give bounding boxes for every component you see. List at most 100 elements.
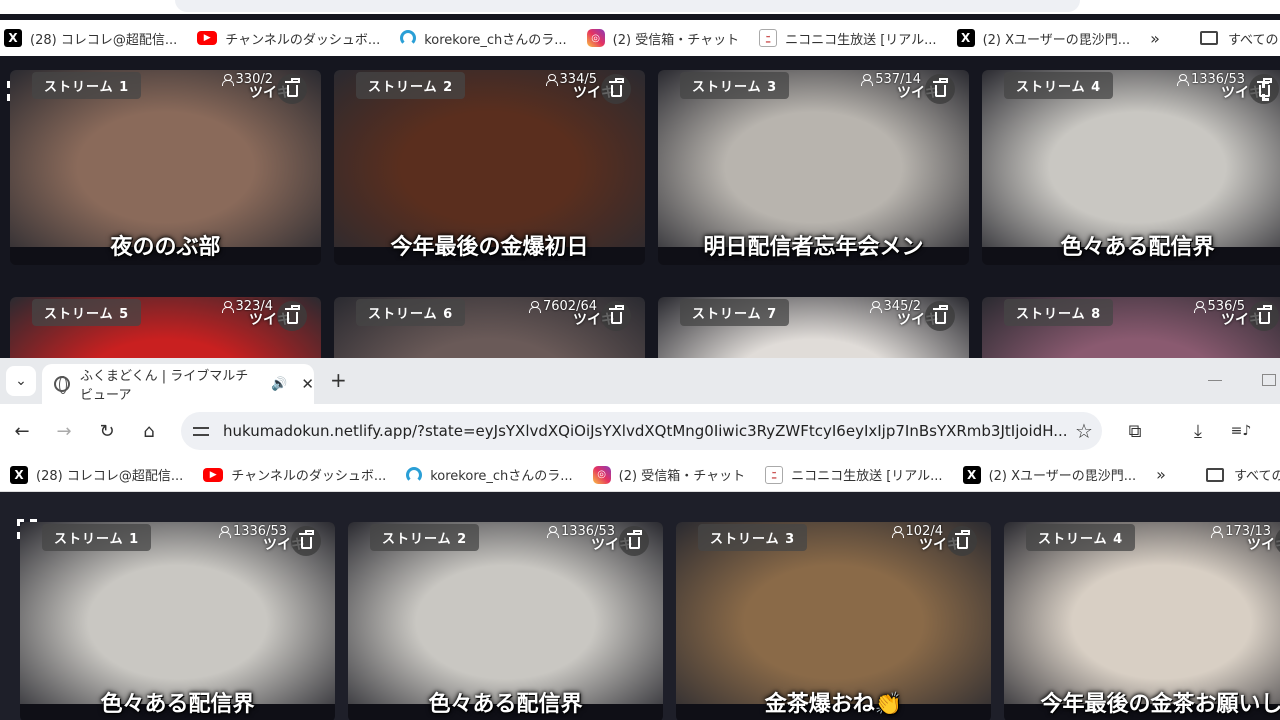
- reload-button[interactable]: ↻: [94, 418, 120, 444]
- bookmark-label: (2) 受信箱・チャット: [618, 469, 746, 484]
- stream-label: ストリーム 4: [1026, 524, 1136, 551]
- stream-tile[interactable]: ストリーム 4 1336/53 ツイキ 色々ある配信界: [982, 70, 1280, 265]
- all-bookmarks-label: すべてのブック: [1227, 32, 1280, 48]
- browser-toolbar: ← → ↻ ⌂ hukumadokun.netlify.app/?state=e…: [0, 404, 1280, 458]
- trash-icon: [626, 529, 642, 549]
- tab-strip: ⌄ ふくまどくん | ライブマルチビューア 🔊 ✕ +: [0, 358, 1280, 404]
- bookmarks-overflow-button[interactable]: »: [1156, 465, 1166, 484]
- stream-tile[interactable]: ストリーム 8 536/5 ツイキ: [982, 297, 1280, 358]
- instagram-icon: ◎: [592, 465, 611, 484]
- bookmark-star-icon[interactable]: ☆: [1066, 419, 1102, 443]
- forward-button[interactable]: →: [51, 418, 77, 444]
- stream-tile[interactable]: ストリーム 7 345/2 ツイキ: [658, 297, 969, 358]
- delete-stream-button[interactable]: [291, 526, 321, 556]
- delete-stream-button[interactable]: [277, 74, 307, 104]
- bookmark-x-bishamon[interactable]: X (2) Xユーザーの毘沙門...: [962, 465, 1137, 484]
- stream-tile[interactable]: ストリーム 6 7602/64 ツイキ: [334, 297, 645, 358]
- person-icon: [221, 301, 234, 313]
- bookmark-label: (2) 受信箱・チャット: [612, 32, 740, 48]
- all-bookmarks-folder[interactable]: すべての: [1205, 465, 1280, 484]
- tab-search-button[interactable]: ⌄: [6, 366, 36, 396]
- side-menu-icon[interactable]: [1262, 81, 1276, 101]
- media-control-icon[interactable]: ≡♪: [1228, 418, 1254, 444]
- person-icon: [528, 301, 541, 313]
- stream-tile[interactable]: ストリーム 1 1336/53 ツイキ 色々ある配信界: [20, 522, 335, 720]
- stream-tile[interactable]: ストリーム 5 323/4 ツイキ: [10, 297, 321, 358]
- korekore-icon: [400, 30, 417, 46]
- stream-caption: 今年最後の金茶お願いし: [1040, 692, 1280, 717]
- delete-stream-button[interactable]: [925, 301, 955, 331]
- bookmark-korekore-x[interactable]: X (28) コレコレ@超配信...: [4, 29, 177, 48]
- instagram-icon: ◎: [586, 29, 605, 47]
- bookmark-label: (2) Xユーザーの毘沙門...: [988, 469, 1137, 484]
- bookmark-korekore-ch[interactable]: korekore_chさんのラ...: [400, 29, 567, 48]
- bookmark-instagram-inbox[interactable]: ◎ (2) 受信箱・チャット: [586, 29, 740, 48]
- new-tab-button[interactable]: +: [330, 368, 347, 392]
- close-icon[interactable]: ✕: [301, 375, 314, 393]
- stream-label: ストリーム 3: [680, 72, 790, 99]
- site-info-icon[interactable]: [193, 424, 211, 438]
- chevron-down-icon: ⌄: [15, 373, 27, 389]
- bookmark-instagram-inbox[interactable]: ◎ (2) 受信箱・チャット: [592, 465, 746, 484]
- tab-multiviewer[interactable]: ふくまどくん | ライブマルチビューア 🔊 ✕: [42, 364, 314, 404]
- person-icon: [861, 74, 874, 86]
- person-icon: [218, 526, 231, 538]
- trash-icon: [284, 304, 300, 324]
- bookmark-x-bishamon[interactable]: X (2) Xユーザーの毘沙門...: [956, 29, 1130, 48]
- delete-stream-button[interactable]: [925, 74, 955, 104]
- front-browser-window: ⌄ ふくまどくん | ライブマルチビューア 🔊 ✕ + ← → ↻ ⌂ huku…: [0, 358, 1280, 720]
- all-bookmarks-folder[interactable]: すべてのブック: [1199, 29, 1280, 48]
- bookmark-niconico-live[interactable]: ﾆ ニコニコ生放送 [リアル...: [765, 465, 943, 484]
- folder-icon: [1199, 31, 1218, 45]
- trash-icon: [608, 77, 624, 97]
- stream-caption: 色々ある配信界: [100, 692, 255, 717]
- stream-tile[interactable]: ストリーム 2 334/5 ツイキ 今年最後の金爆初日: [334, 70, 645, 265]
- back-browser-window: X (28) コレコレ@超配信... ▶ チャンネルのダッシュボ... kore…: [0, 0, 1280, 358]
- bookmark-youtube-dashboard[interactable]: ▶ チャンネルのダッシュボ...: [203, 465, 386, 484]
- bookmark-youtube-dashboard[interactable]: ▶ チャンネルのダッシュボ...: [197, 29, 380, 48]
- stream-caption: 色々ある配信界: [1060, 235, 1215, 260]
- delete-stream-button[interactable]: [277, 301, 307, 331]
- x-icon: X: [956, 29, 975, 47]
- stream-tile[interactable]: ストリーム 3 537/14 ツイキ 明日配信者忘年会メン: [658, 70, 969, 265]
- delete-stream-button[interactable]: [601, 301, 631, 331]
- bookmark-niconico-live[interactable]: ﾆ ニコニコ生放送 [リアル...: [759, 29, 937, 48]
- stream-caption: 金茶爆おね👏: [764, 692, 903, 717]
- speaker-icon[interactable]: 🔊: [271, 377, 287, 392]
- bookmark-korekore-ch[interactable]: korekore_chさんのラ...: [406, 465, 573, 484]
- bookmark-label: korekore_chさんのラ...: [424, 32, 567, 48]
- address-url[interactable]: hukumadokun.netlify.app/?state=eyJsYXlvd…: [223, 422, 1066, 440]
- trash-icon: [932, 77, 948, 97]
- tab-title: ふくまどくん | ライブマルチビューア: [80, 369, 249, 403]
- delete-stream-button[interactable]: [947, 526, 977, 556]
- stream-label: ストリーム 2: [356, 72, 466, 99]
- front-bookmarks-bar: X (28) コレコレ@超配信... ▶ チャンネルのダッシュボ... kore…: [0, 458, 1280, 492]
- person-icon: [221, 74, 234, 86]
- stream-tile[interactable]: ストリーム 4173/13ツイキ今年最後の金茶お願いし: [1004, 522, 1280, 720]
- stream-label: ストリーム 1: [42, 524, 152, 551]
- delete-stream-button[interactable]: [619, 526, 649, 556]
- address-bar[interactable]: hukumadokun.netlify.app/?state=eyJsYXlvd…: [181, 412, 1102, 450]
- stream-caption: 今年最後の金爆初日: [390, 235, 589, 260]
- youtube-icon: ▶: [197, 31, 218, 45]
- back-button[interactable]: ←: [9, 418, 35, 444]
- minimize-button[interactable]: [1208, 380, 1222, 381]
- multiviewer-content: ストリーム 1 1336/53 ツイキ 色々ある配信界 ストリーム 2 1336/53 ツイ…: [0, 492, 1280, 720]
- trash-icon: [608, 304, 624, 324]
- download-icon[interactable]: ⤓: [1185, 418, 1211, 444]
- back-stream-grid: ストリーム 1 330/2 ツイキ 夜ののぶ部 ストリーム 2 334/5 ツイキ 今年最後の…: [10, 70, 1280, 358]
- stream-tile[interactable]: ストリーム 1 330/2 ツイキ 夜ののぶ部: [10, 70, 321, 265]
- extensions-icon[interactable]: ⧉: [1122, 418, 1148, 444]
- stream-label: ストリーム 2: [370, 524, 480, 551]
- front-stream-grid: ストリーム 1 1336/53 ツイキ 色々ある配信界 ストリーム 2 1336/53 ツイ…: [20, 522, 1280, 720]
- stream-tile[interactable]: ストリーム 2 1336/53 ツイキ 色々ある配信界: [348, 522, 663, 720]
- home-button[interactable]: ⌂: [136, 418, 162, 444]
- bookmark-label: チャンネルのダッシュボ...: [225, 32, 381, 48]
- bookmark-korekore-x[interactable]: X (28) コレコレ@超配信...: [10, 465, 183, 484]
- stream-tile[interactable]: ストリーム 3 102/4 ツイキ 金茶爆おね👏: [676, 522, 991, 720]
- delete-stream-button[interactable]: [1249, 301, 1279, 331]
- maximize-button[interactable]: [1262, 374, 1276, 386]
- delete-stream-button[interactable]: [601, 74, 631, 104]
- stream-label: ストリーム 3: [698, 524, 808, 551]
- bookmarks-overflow-button[interactable]: »: [1150, 29, 1160, 48]
